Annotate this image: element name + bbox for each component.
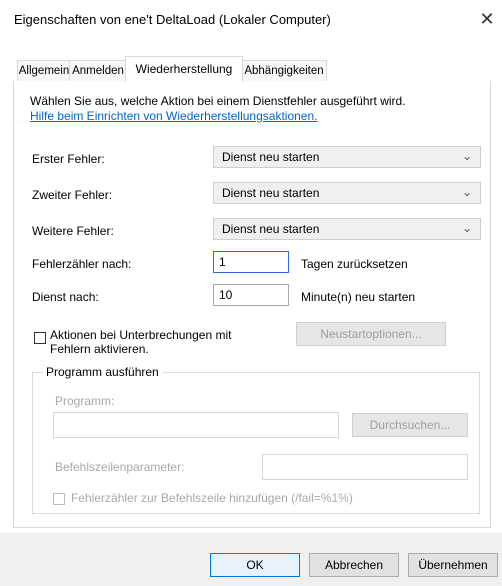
subsequent-failures-value: Dienst neu starten [222,222,320,236]
window-title: Eigenschaften von ene't DeltaLoad (Lokal… [14,12,331,27]
title-bar: Eigenschaften von ene't DeltaLoad (Lokal… [0,0,502,40]
intro-text: Wählen Sie aus, welche Aktion bei einem … [30,94,406,108]
apply-button[interactable]: Übernehmen [408,553,498,577]
subsequent-failures-select[interactable]: Dienst neu starten ⌄ [213,218,481,240]
enable-actions-label: Aktionen bei Unterbrechungen mit Fehlern… [50,328,231,356]
second-failure-value: Dienst neu starten [222,186,320,200]
restart-after-label: Dienst nach: [32,290,99,304]
first-failure-select[interactable]: Dienst neu starten ⌄ [213,146,481,168]
enable-actions-line2: Fehlern aktivieren. [50,342,149,356]
program-input[interactable] [53,412,339,438]
browse-button[interactable]: Durchsuchen... [352,413,468,437]
append-fail-count-label: Fehlerzähler zur Befehlszeile hinzufügen… [71,491,353,505]
program-label: Programm: [55,394,115,408]
reset-count-value: 1 [219,255,226,269]
reset-count-label: Fehlerzähler nach: [32,257,132,271]
chevron-down-icon: ⌄ [461,221,472,235]
tab-allgemein[interactable]: Allgemein [17,60,71,81]
second-failure-label: Zweiter Fehler: [32,188,113,202]
reset-count-input[interactable]: 1 [213,251,289,273]
reset-count-suffix: Tagen zurücksetzen [301,257,408,271]
params-input[interactable] [262,454,468,480]
restart-options-button[interactable]: Neustartoptionen... [296,322,446,346]
enable-actions-line1: Aktionen bei Unterbrechungen mit [50,328,232,342]
tab-wiederherstellung[interactable]: Wiederherstellung [125,56,243,82]
first-failure-label: Erster Fehler: [32,152,105,166]
cancel-button[interactable]: Abbrechen [309,553,399,577]
subsequent-failures-label: Weitere Fehler: [32,224,114,238]
chevron-down-icon: ⌄ [461,149,472,163]
second-failure-select[interactable]: Dienst neu starten ⌄ [213,182,481,204]
ok-button[interactable]: OK [210,553,300,577]
enable-actions-checkbox[interactable] [34,332,46,344]
tab-anmelden[interactable]: Anmelden [69,60,127,81]
append-fail-count-checkbox[interactable] [53,493,65,505]
tab-abhaengigkeiten[interactable]: Abhängigkeiten [241,60,327,81]
first-failure-value: Dienst neu starten [222,150,320,164]
restart-after-value: 10 [219,288,233,302]
run-program-legend: Programm ausführen [43,365,162,379]
chevron-down-icon: ⌄ [461,185,472,199]
close-icon[interactable]: ✕ [476,8,498,30]
restart-after-suffix: Minute(n) neu starten [301,290,416,304]
params-label: Befehlszeilenparameter: [55,460,185,474]
restart-after-input[interactable]: 10 [213,284,289,306]
help-link[interactable]: Hilfe beim Einrichten von Wiederherstell… [30,109,317,123]
